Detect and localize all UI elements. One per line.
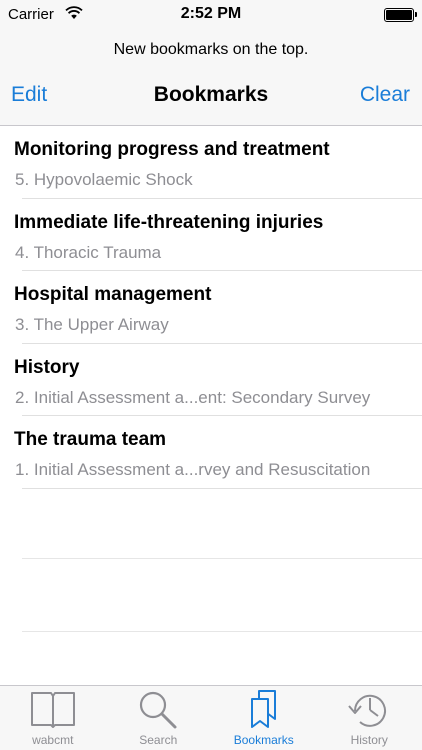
bookmark-title: Monitoring progress and treatment [14,139,330,160]
bookmark-subtitle: 5. Hypovolaemic Shock [15,170,193,189]
history-clock-icon [348,694,387,727]
bookmark-subtitle: 1. Initial Assessment a...rvey and Resus… [15,460,371,479]
tab-label: History [350,733,388,747]
bookmark-title: History [14,356,80,378]
bookmark-subtitle: 2. Initial Assessment a...ent: Secondary… [15,387,371,407]
bookmarks-icon [250,690,276,728]
list-item[interactable]: Hospital management 3. The Upper Airway [0,271,422,344]
list-item[interactable]: History 2. Initial Assessment a...ent: S… [0,344,422,417]
bookmarks-list: Monitoring progress and treatment 5. Hyp… [0,126,422,489]
clear-button[interactable]: Clear [360,83,410,107]
battery-icon [384,8,417,22]
tab-label: Bookmarks [233,733,294,747]
bookmark-title: Hospital management [14,284,212,305]
bookmark-title: The trauma team [14,429,167,450]
tab-history[interactable]: History [317,686,422,750]
tab-wabcmt[interactable]: wabcmt [0,686,106,750]
bookmark-title: Immediate life-threatening injuries [14,211,324,233]
page-title: Bookmarks [153,83,269,106]
status-time: 2:52 PM [180,5,242,22]
tab-bar: wabcmt Search Bookmarks History [0,685,422,750]
book-icon [30,692,75,728]
status-bar: Carrier 2:52 PM [0,0,422,30]
bookmark-subtitle: 3. The Upper Airway [15,315,169,334]
tab-search[interactable]: Search [106,686,212,750]
list-item[interactable]: Immediate life-threatening injuries 4. T… [0,199,422,272]
tab-label: Search [139,733,178,747]
list-item[interactable]: The trauma team 1. Initial Assessment a.… [0,416,422,489]
empty-row-separator [22,631,422,632]
empty-row-separator [22,558,422,559]
tab-bookmarks[interactable]: Bookmarks [211,686,317,750]
header-prompt: New bookmarks on the top. [113,41,309,58]
nav-header: New bookmarks on the top. Edit Bookmarks… [0,30,422,126]
tab-label: wabcmt [32,733,74,747]
search-icon [140,691,177,729]
bookmark-subtitle: 4. Thoracic Trauma [15,242,162,262]
list-item[interactable]: Monitoring progress and treatment 5. Hyp… [0,126,422,199]
